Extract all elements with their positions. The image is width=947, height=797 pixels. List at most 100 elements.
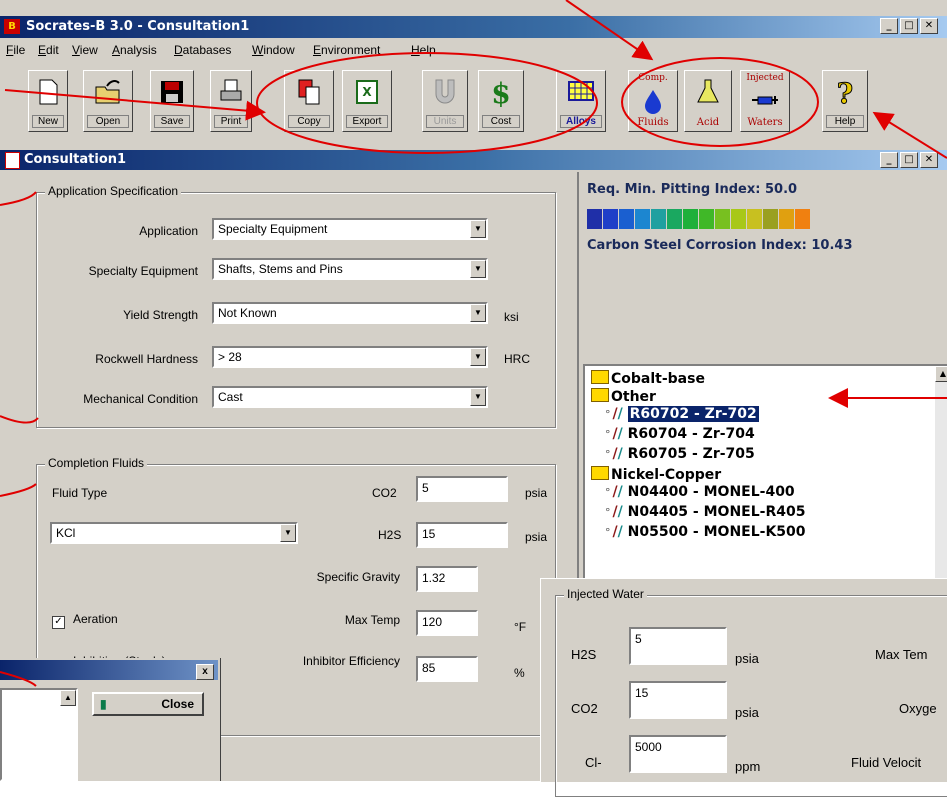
corrosion-index-text: Carbon Steel Corrosion Index: 10.43	[587, 238, 853, 253]
application-spec-title: Application Specification	[45, 184, 182, 198]
tree-item-r60702[interactable]: °// R60702 - Zr-702	[605, 406, 759, 422]
inhibitor-efficiency-unit: %	[514, 666, 525, 680]
child-minimize-button[interactable]: _	[880, 152, 898, 168]
color-swatch	[667, 209, 682, 229]
rockwell-hardness-select[interactable]: > 28 ▼	[212, 346, 488, 368]
new-button[interactable]: New	[28, 70, 68, 132]
iw-h2s-unit: psia	[735, 651, 759, 666]
pitting-index-text: Req. Min. Pitting Index: 50.0	[587, 182, 798, 197]
tree-folder-cobalt[interactable]: Cobalt-base	[591, 370, 705, 387]
alloy-slash-icon: /	[617, 504, 623, 520]
color-swatch	[699, 209, 714, 229]
app-title-bar[interactable]: B Socrates-B 3.0 - Consultation1 _ □ ✕	[0, 16, 947, 38]
completion-fluids-title: Completion Fluids	[45, 456, 148, 470]
close-button[interactable]: ✕	[920, 18, 938, 34]
menu-analysis[interactable]: Analysis	[112, 43, 157, 57]
child-close-button[interactable]: ✕	[920, 152, 938, 168]
application-select[interactable]: Specialty Equipment ▼	[212, 218, 488, 240]
scroll-up-icon[interactable]: ▲	[60, 690, 76, 706]
flask-icon	[697, 79, 719, 103]
yield-strength-select[interactable]: Not Known ▼	[212, 302, 488, 324]
comp-fluids-button[interactable]: Comp. Fluids	[628, 70, 678, 132]
menu-help[interactable]: Help	[411, 43, 436, 57]
tree-folder-label: Nickel-Copper	[611, 467, 722, 483]
menu-environment[interactable]: Environment	[313, 43, 380, 57]
chevron-down-icon[interactable]: ▼	[280, 524, 296, 542]
specialty-equipment-select[interactable]: Shafts, Stems and Pins ▼	[212, 258, 488, 280]
iw-h2s-input[interactable]: 5	[629, 627, 727, 665]
mechanical-condition-value: Cast	[218, 390, 243, 404]
chevron-down-icon[interactable]: ▼	[470, 348, 486, 366]
tree-item-label: N05500 - MONEL-K500	[627, 524, 806, 540]
chevron-down-icon[interactable]: ▼	[470, 220, 486, 238]
tree-folder-label: Cobalt-base	[611, 371, 705, 387]
dialog-title-bar[interactable]: x	[0, 660, 218, 680]
alloys-grid-icon	[568, 81, 594, 101]
menu-window[interactable]: Window	[252, 43, 295, 57]
co2-input[interactable]: 5	[416, 476, 508, 502]
svg-text:?: ?	[837, 77, 853, 107]
injected-waters-button[interactable]: Injected Waters	[740, 70, 790, 132]
specialty-equipment-label: Specialty Equipment	[88, 264, 198, 278]
child-maximize-button[interactable]: □	[900, 152, 918, 168]
chevron-down-icon[interactable]: ▼	[470, 388, 486, 406]
tree-item-r60704[interactable]: °// R60704 - Zr-704	[605, 426, 755, 442]
chevron-down-icon[interactable]: ▼	[470, 304, 486, 322]
iw-max-temp-label: Max Tem	[875, 647, 928, 662]
maximize-button[interactable]: □	[900, 18, 918, 34]
color-swatch	[683, 209, 698, 229]
aeration-checkbox[interactable]: ✓ Aeration	[52, 612, 118, 629]
alloys-button[interactable]: Alloys	[556, 70, 606, 132]
cost-button[interactable]: $ Cost	[478, 70, 524, 132]
consultation-title-bar[interactable]: Consultation1 _ □ ✕	[0, 150, 947, 170]
color-swatch	[779, 209, 794, 229]
h2s-input[interactable]: 15	[416, 522, 508, 548]
tree-scrollbar[interactable]: ▲	[935, 366, 947, 592]
max-temp-input[interactable]: 120	[416, 610, 478, 636]
chevron-down-icon[interactable]: ▼	[470, 260, 486, 278]
copy-button[interactable]: Copy	[284, 70, 334, 132]
color-swatch	[795, 209, 810, 229]
tree-item-n05500[interactable]: °// N05500 - MONEL-K500	[605, 524, 806, 540]
alloy-node-icon: °	[605, 486, 611, 499]
menu-edit[interactable]: Edit	[38, 43, 59, 57]
tree-folder-other[interactable]: Other	[591, 388, 656, 405]
mechanical-condition-select[interactable]: Cast ▼	[212, 386, 488, 408]
folder-icon	[591, 370, 609, 384]
minimize-button[interactable]: _	[880, 18, 898, 34]
menu-databases[interactable]: Databases	[174, 43, 231, 57]
iw-cl-label: Cl-	[585, 755, 602, 770]
app-title: Socrates-B 3.0 - Consultation1	[26, 19, 250, 34]
alloy-slash-icon: /	[617, 524, 623, 540]
save-button[interactable]: Save	[150, 70, 194, 132]
color-swatch	[619, 209, 634, 229]
scroll-up-icon[interactable]: ▲	[935, 366, 947, 382]
tree-folder-nickel-copper[interactable]: Nickel-Copper	[591, 466, 721, 483]
door-icon: ▮	[100, 697, 107, 711]
iw-cl-input[interactable]: 5000	[629, 735, 727, 773]
inhibitor-efficiency-input[interactable]: 85	[416, 656, 478, 682]
printer-icon	[220, 79, 242, 101]
tree-item-n04405[interactable]: °// N04405 - MONEL-R405	[605, 504, 805, 520]
tree-item-n04400[interactable]: °// N04400 - MONEL-400	[605, 484, 795, 500]
units-button[interactable]: Units	[422, 70, 468, 132]
fluid-type-select[interactable]: KCl ▼	[50, 522, 298, 544]
iw-co2-input[interactable]: 15	[629, 681, 727, 719]
tree-item-r60705[interactable]: °// R60705 - Zr-705	[605, 446, 755, 462]
dialog-close-button[interactable]: ▮ Close	[92, 692, 204, 716]
dialog-list[interactable]: ▲	[0, 688, 78, 781]
specific-gravity-input[interactable]: 1.32	[416, 566, 478, 592]
help-label: Help	[826, 115, 864, 128]
specific-gravity-label: Specific Gravity	[316, 570, 400, 584]
menu-view[interactable]: View	[72, 43, 98, 57]
color-swatch	[763, 209, 778, 229]
help-button[interactable]: ? Help	[822, 70, 868, 132]
dialog-close-x-button[interactable]: x	[196, 664, 214, 680]
h2s-label: H2S	[378, 528, 402, 542]
menu-file[interactable]: File	[6, 43, 25, 57]
alloy-node-icon: °	[605, 506, 611, 519]
print-button[interactable]: Print	[210, 70, 252, 132]
export-button[interactable]: X Export	[342, 70, 392, 132]
acid-button[interactable]: Acid	[684, 70, 732, 132]
open-button[interactable]: Open	[83, 70, 133, 132]
